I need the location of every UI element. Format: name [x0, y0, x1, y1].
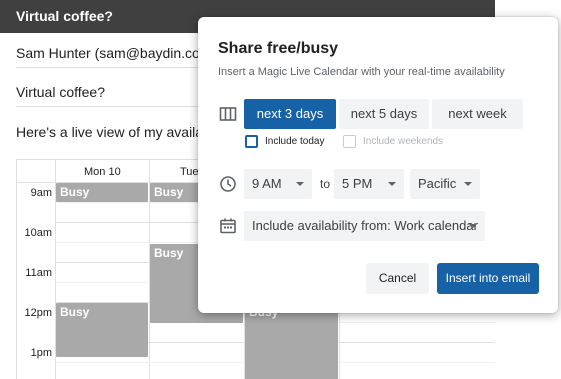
busy-block: Busy	[245, 303, 338, 379]
busy-block: Busy	[56, 183, 148, 202]
include-weekends-option: Include weekends	[343, 135, 443, 148]
include-weekends-checkbox	[343, 135, 356, 148]
to-label: to	[320, 177, 331, 191]
availability-calendar-value: Include availability from: Work calendar	[252, 218, 478, 233]
calendar-day-header: Tue	[180, 166, 199, 178]
start-time-value: 9 AM	[252, 176, 282, 191]
include-today-option[interactable]: Include today	[245, 135, 325, 148]
view-columns-icon	[219, 106, 237, 124]
time-label: 11am	[25, 267, 52, 279]
include-today-checkbox[interactable]	[245, 135, 258, 148]
chevron-down-icon	[464, 182, 472, 186]
clock-icon	[219, 175, 237, 193]
range-next-week[interactable]: next week	[432, 99, 523, 129]
chevron-down-icon	[388, 182, 396, 186]
busy-block: Busy	[56, 303, 148, 357]
time-label: 1pm	[30, 347, 52, 359]
calendar-day-header: Mon 10	[84, 166, 121, 178]
email-body-text[interactable]: Here's a live view of my availa	[16, 124, 203, 140]
share-free-busy-dialog: Share free/busy Insert a Magic Live Cale…	[198, 17, 558, 313]
include-weekends-label: Include weekends	[363, 136, 444, 147]
dialog-subtitle: Insert a Magic Live Calendar with your r…	[218, 66, 505, 78]
cancel-button[interactable]: Cancel	[366, 263, 429, 294]
chevron-down-icon	[469, 224, 477, 228]
timezone-select[interactable]: Pacific	[410, 169, 480, 199]
time-label: 12pm	[24, 307, 52, 319]
calendar-icon	[219, 217, 237, 235]
end-time-value: 5 PM	[342, 176, 373, 191]
start-time-select[interactable]: 9 AM	[244, 169, 312, 199]
include-today-label: Include today	[265, 136, 325, 147]
range-next-3-days[interactable]: next 3 days	[244, 99, 336, 129]
insert-into-email-button[interactable]: Insert into email	[437, 263, 539, 294]
timezone-value: Pacific	[418, 176, 457, 191]
dialog-title: Share free/busy	[218, 40, 339, 57]
chevron-down-icon	[296, 182, 304, 186]
end-time-select[interactable]: 5 PM	[334, 169, 404, 199]
time-label: 9am	[30, 187, 52, 199]
availability-calendar-select[interactable]: Include availability from: Work calendar	[244, 211, 485, 241]
time-label: 10am	[24, 227, 52, 239]
range-next-5-days[interactable]: next 5 days	[339, 99, 429, 129]
